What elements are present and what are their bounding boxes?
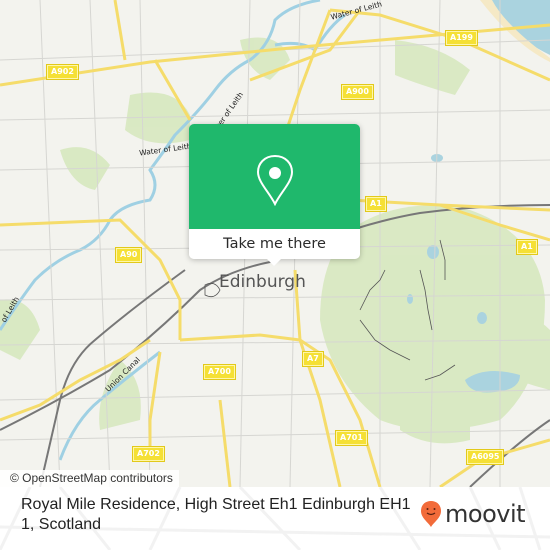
- road-label-a902: A902: [47, 65, 78, 79]
- popup-header: [189, 124, 360, 229]
- map[interactable]: A902 A199 A900 A1 A1 A90 A7 A700 A702 A7…: [0, 0, 550, 487]
- road-label-a900: A900: [342, 85, 373, 99]
- road-label-a700: A700: [204, 365, 235, 379]
- moovit-pin-icon: [421, 501, 441, 527]
- map-pin-icon: [256, 154, 294, 206]
- address-text: Royal Mile Residence, High Street Eh1 Ed…: [21, 496, 411, 533]
- moovit-logo[interactable]: moovit: [420, 500, 526, 528]
- city-label-edinburgh: Edinburgh: [219, 272, 306, 292]
- road-label-a702: A702: [133, 447, 164, 461]
- moovit-wordmark: moovit: [445, 500, 526, 528]
- road-label-a1-north: A1: [366, 197, 386, 211]
- road-label-a701: A701: [336, 431, 367, 445]
- footer: Royal Mile Residence, High Street Eh1 Ed…: [0, 487, 550, 550]
- road-label-a1-east: A1: [517, 240, 537, 254]
- road-label-a7: A7: [303, 352, 323, 366]
- road-label-a90: A90: [116, 248, 142, 262]
- take-me-there-button[interactable]: Take me there: [189, 229, 360, 259]
- map-attribution[interactable]: © OpenStreetMap contributors: [0, 470, 179, 487]
- road-label-a6095: A6095: [467, 450, 504, 464]
- road-label-a199: A199: [446, 31, 477, 45]
- popup-pointer: [266, 258, 282, 266]
- location-popup: Take me there: [189, 124, 360, 266]
